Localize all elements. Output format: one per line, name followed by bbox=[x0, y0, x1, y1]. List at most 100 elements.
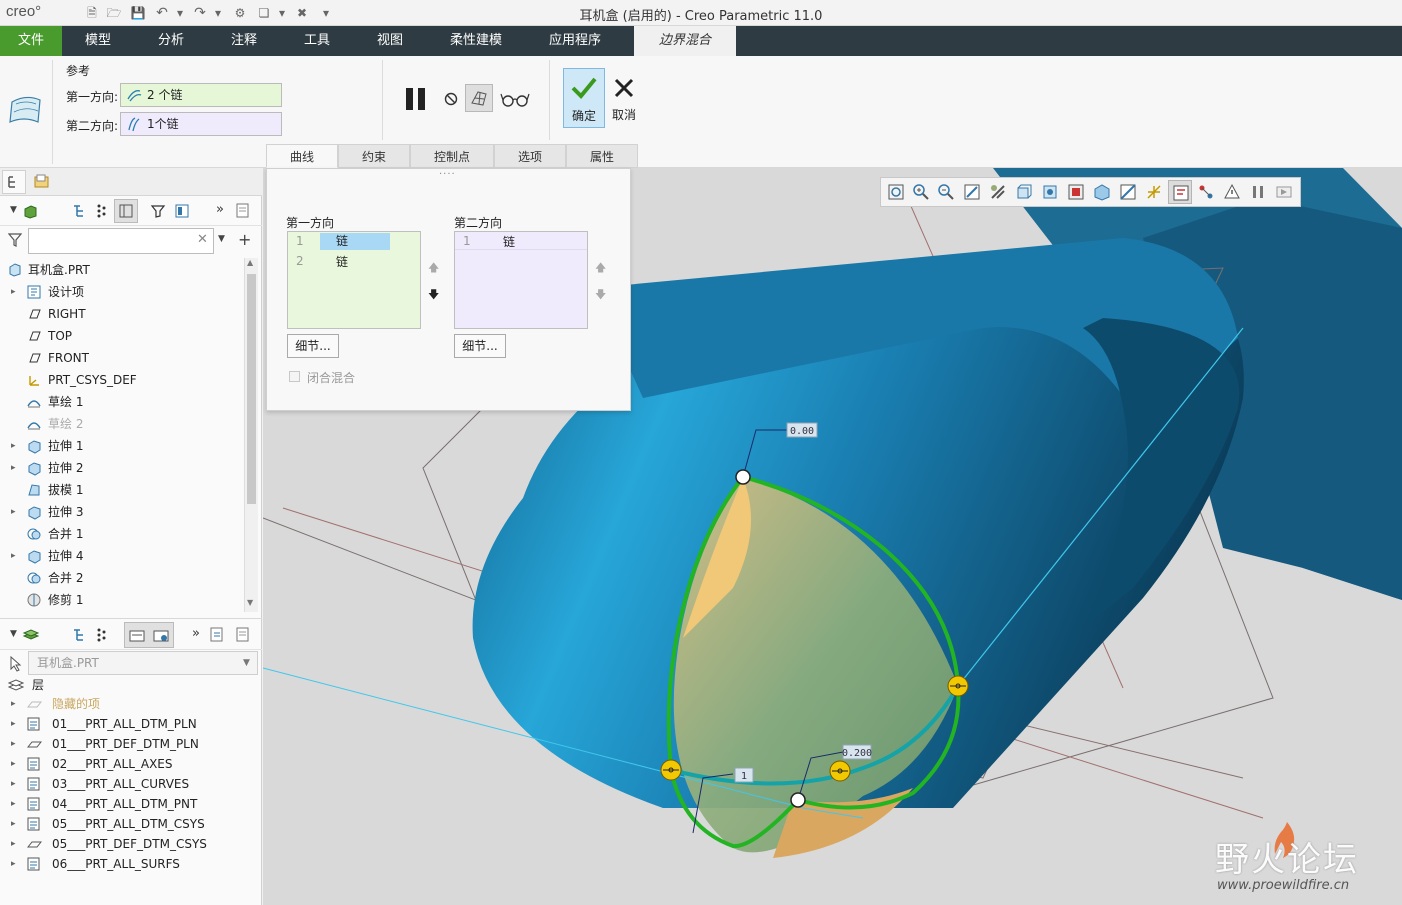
saved-orientations-icon[interactable] bbox=[1041, 183, 1059, 201]
tree-item[interactable]: 修剪 1 bbox=[0, 589, 244, 611]
layer-view-buttons[interactable] bbox=[124, 622, 174, 648]
document-icon[interactable] bbox=[236, 203, 250, 219]
menu-tools[interactable]: 工具 bbox=[288, 26, 346, 56]
dots-icon[interactable] bbox=[96, 627, 108, 643]
repaint-icon[interactable] bbox=[963, 183, 981, 201]
chevron-right-icon[interactable]: ▸ bbox=[11, 854, 19, 874]
tree-item[interactable]: TOP bbox=[0, 325, 244, 347]
move-down-icon[interactable]: 🡇 bbox=[428, 286, 439, 305]
redo-dropdown-icon[interactable]: ▾ bbox=[210, 5, 226, 21]
chevron-right-icon[interactable]: ▸ bbox=[11, 794, 19, 814]
show-icon[interactable] bbox=[150, 203, 166, 219]
scroll-up-icon[interactable]: ▲ bbox=[247, 258, 253, 267]
zoom-in-icon[interactable] bbox=[912, 183, 930, 201]
scrollbar-thumb[interactable] bbox=[247, 274, 256, 504]
tree-filter-icon[interactable] bbox=[72, 203, 88, 219]
tab-control-points[interactable]: 控制点 bbox=[410, 144, 494, 168]
panel-grip-icon[interactable]: ···· bbox=[439, 169, 456, 180]
move-up-icon[interactable]: 🡅 bbox=[428, 259, 439, 278]
dots-icon[interactable] bbox=[96, 203, 108, 219]
regenerate-icon[interactable]: ⚙ bbox=[232, 5, 248, 21]
add-filter-icon[interactable]: + bbox=[238, 230, 251, 249]
part-icon[interactable] bbox=[22, 203, 38, 219]
no-preview-icon[interactable] bbox=[443, 91, 459, 107]
more-icon[interactable]: » bbox=[216, 202, 224, 217]
section-icon[interactable] bbox=[1119, 183, 1137, 201]
tree-search-input[interactable]: ✕ bbox=[28, 228, 214, 254]
chevron-right-icon[interactable]: ▸ bbox=[11, 774, 19, 794]
annotation-display-button[interactable] bbox=[1168, 180, 1192, 204]
list-item[interactable]: 1 链 bbox=[455, 232, 587, 250]
select-pointer-icon[interactable] bbox=[8, 656, 22, 672]
perspective-icon[interactable] bbox=[1093, 183, 1111, 201]
pause-button[interactable] bbox=[404, 88, 428, 110]
layer-model-select[interactable]: 耳机盒.PRT ▼ bbox=[28, 651, 258, 675]
warning-icon[interactable] bbox=[1223, 183, 1241, 201]
next-icon[interactable] bbox=[1275, 183, 1293, 201]
menu-flexible-modeling[interactable]: 柔性建模 bbox=[432, 26, 520, 56]
tree-item[interactable]: 草绘 2 bbox=[0, 413, 244, 435]
layer-item[interactable]: ▸ 04___PRT_ALL_DTM_PNT bbox=[0, 794, 262, 814]
second-direction-list[interactable]: 1 链 bbox=[454, 231, 588, 329]
layer-item[interactable]: ▸ 05___PRT_ALL_DTM_CSYS bbox=[0, 814, 262, 834]
refit-icon[interactable] bbox=[887, 183, 905, 201]
folder-browser-icon[interactable] bbox=[34, 174, 50, 190]
document-icon[interactable] bbox=[236, 627, 250, 643]
menu-file[interactable]: 文件 bbox=[0, 26, 62, 56]
chevron-right-icon[interactable]: ▸ bbox=[11, 457, 19, 479]
tab-boundary-blend[interactable]: 边界混合 bbox=[634, 26, 736, 56]
undo-dropdown-icon[interactable]: ▾ bbox=[172, 5, 188, 21]
save-icon[interactable]: 💾 bbox=[130, 5, 146, 21]
settings-icon[interactable] bbox=[174, 203, 190, 219]
tree-item[interactable]: 草绘 1 bbox=[0, 391, 244, 413]
layer-item[interactable]: ▸ 01___PRT_DEF_DTM_PLN bbox=[0, 734, 262, 754]
menu-applications[interactable]: 应用程序 bbox=[536, 26, 614, 56]
more-icon[interactable]: » bbox=[192, 626, 200, 641]
layer-item[interactable]: ▸ 隐藏的项 bbox=[0, 694, 262, 714]
collapse-icon[interactable]: ▼ bbox=[10, 205, 17, 215]
closed-blend-checkbox[interactable] bbox=[289, 371, 300, 382]
tree-scrollbar[interactable]: ▲ ▼ bbox=[244, 258, 258, 612]
layers-icon[interactable] bbox=[22, 627, 40, 643]
chevron-right-icon[interactable]: ▸ bbox=[11, 435, 19, 457]
tree-item[interactable]: ▸ 设计项 bbox=[0, 281, 244, 303]
menu-annotate[interactable]: 注释 bbox=[214, 26, 274, 56]
open-file-icon[interactable]: 🗁 bbox=[106, 5, 122, 21]
tree-item[interactable]: FRONT bbox=[0, 347, 244, 369]
datum-display-icon[interactable] bbox=[1145, 183, 1163, 201]
spin-center-icon[interactable] bbox=[1197, 183, 1215, 201]
chevron-right-icon[interactable]: ▸ bbox=[11, 834, 19, 854]
model-tree-tab[interactable] bbox=[2, 170, 26, 194]
tree-item[interactable]: RIGHT bbox=[0, 303, 244, 325]
layer-document-icon[interactable] bbox=[210, 627, 226, 643]
tree-item[interactable]: 合并 1 bbox=[0, 523, 244, 545]
menu-model[interactable]: 模型 bbox=[66, 26, 130, 56]
layer-item[interactable]: ▸ 02___PRT_ALL_AXES bbox=[0, 754, 262, 774]
tree-item[interactable]: ▸ 拉伸 3 bbox=[0, 501, 244, 523]
tree-item[interactable]: 拔模 1 bbox=[0, 479, 244, 501]
redo-icon[interactable]: ↷ bbox=[192, 5, 208, 21]
display-style-icon[interactable] bbox=[1015, 183, 1033, 201]
menu-analysis[interactable]: 分析 bbox=[140, 26, 202, 56]
tree-item[interactable]: ▸ 拉伸 4 bbox=[0, 545, 244, 567]
search-dropdown-icon[interactable]: ▼ bbox=[218, 234, 225, 244]
filter-icon[interactable] bbox=[8, 233, 22, 247]
layer-item[interactable]: ▸ 03___PRT_ALL_CURVES bbox=[0, 774, 262, 794]
customize-toolbar-icon[interactable]: ▾ bbox=[318, 5, 334, 21]
second-direction-collector[interactable]: 1个链 bbox=[120, 112, 282, 136]
geometry-preview-button[interactable] bbox=[465, 84, 493, 112]
chevron-right-icon[interactable]: ▸ bbox=[11, 714, 19, 734]
layer-item[interactable]: ▸ 01___PRT_ALL_DTM_PLN bbox=[0, 714, 262, 734]
first-direction-collector[interactable]: 2 个链 bbox=[120, 83, 282, 107]
view-manager-icon[interactable] bbox=[1067, 183, 1085, 201]
chevron-right-icon[interactable]: ▸ bbox=[11, 545, 19, 567]
list-item[interactable]: 2 链 bbox=[288, 252, 420, 270]
tree-columns-button[interactable] bbox=[114, 199, 138, 223]
zoom-out-icon[interactable] bbox=[937, 183, 955, 201]
chevron-right-icon[interactable]: ▸ bbox=[11, 754, 19, 774]
tab-options[interactable]: 选项 bbox=[494, 144, 566, 168]
second-details-button[interactable]: 细节... bbox=[454, 334, 506, 358]
clear-search-icon[interactable]: ✕ bbox=[197, 232, 208, 247]
tree-item[interactable]: PRT_CSYS_DEF bbox=[0, 369, 244, 391]
tab-properties[interactable]: 属性 bbox=[566, 144, 638, 168]
